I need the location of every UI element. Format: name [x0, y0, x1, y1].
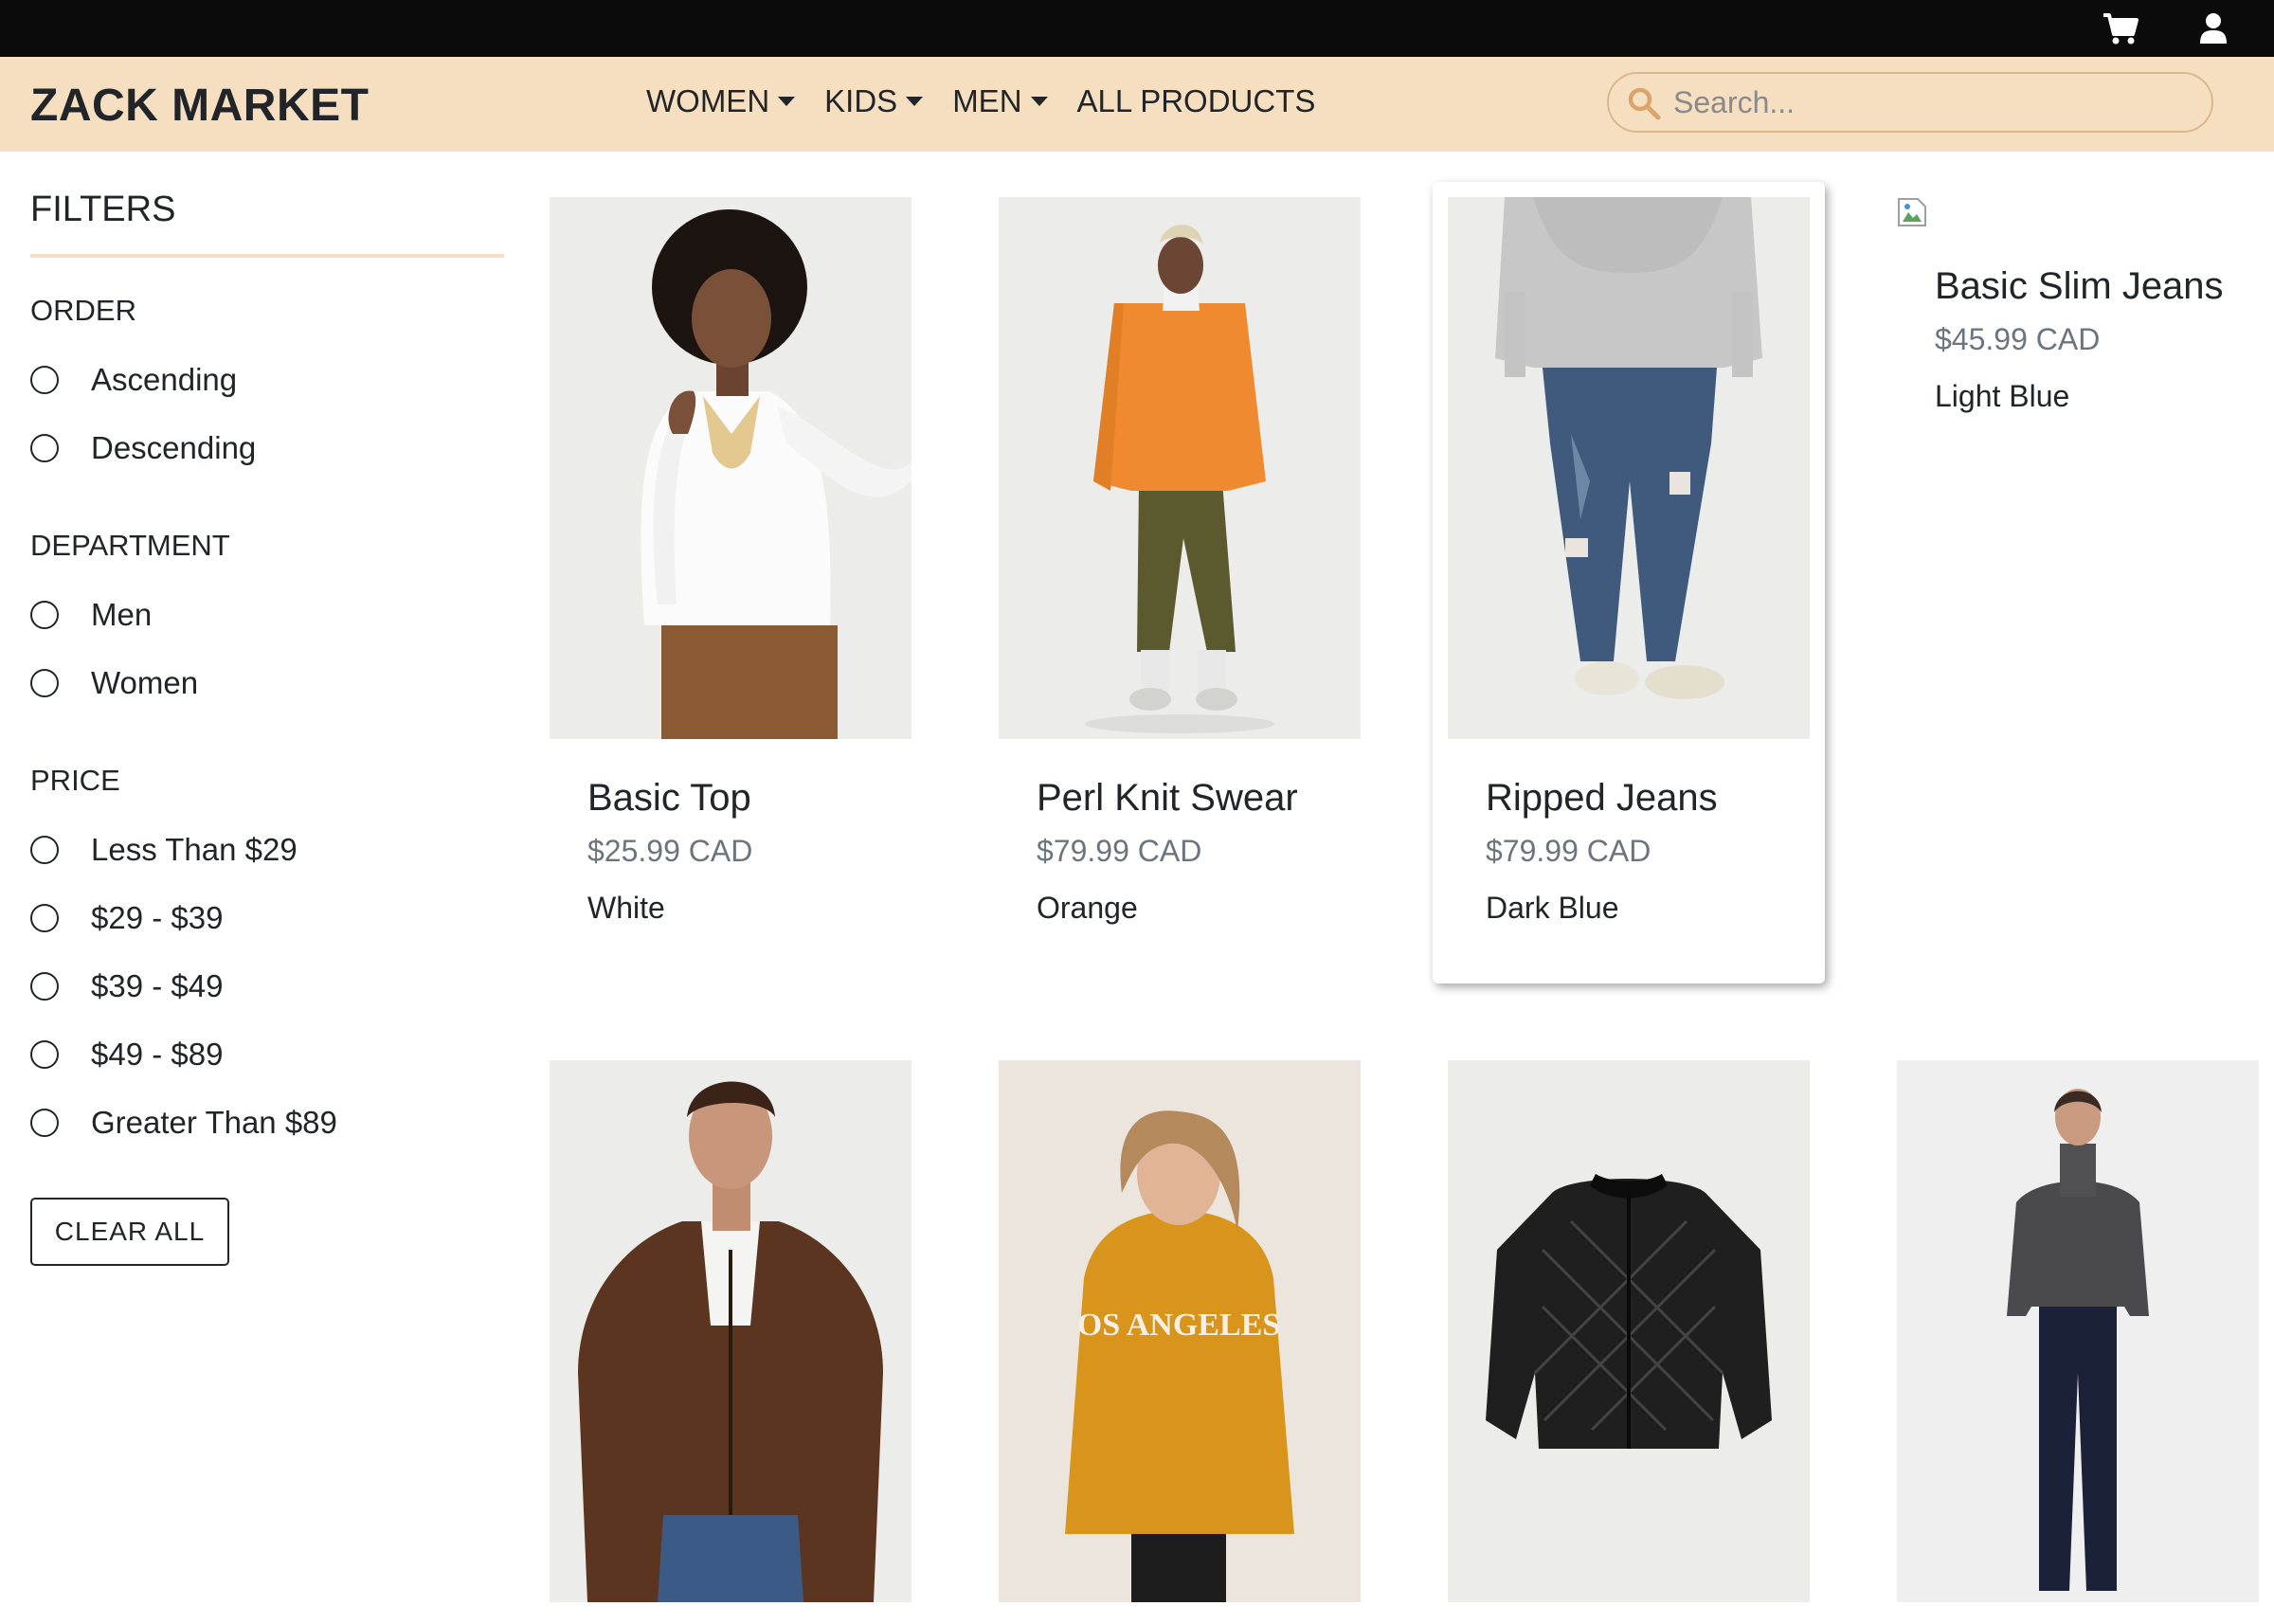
- product-card-basic-slim-jeans[interactable]: Basic Slim Jeans $45.99 CAD Light Blue: [1897, 197, 2259, 983]
- product-image[interactable]: [1897, 1060, 2259, 1602]
- filters-title: FILTERS: [30, 189, 176, 229]
- product-color: Orange: [1037, 891, 1138, 925]
- product-price: $25.99 CAD: [587, 834, 753, 868]
- price-title: PRICE: [30, 764, 120, 797]
- radio-women[interactable]: Women: [30, 665, 198, 701]
- search-input[interactable]: [1673, 81, 2194, 123]
- product-image[interactable]: [1448, 1060, 1810, 1602]
- order-title: ORDER: [30, 294, 136, 327]
- product-image[interactable]: [550, 197, 911, 739]
- product-image[interactable]: [550, 1060, 911, 1602]
- nav-kids[interactable]: KIDS: [824, 83, 924, 119]
- nav-women[interactable]: WOMEN: [646, 83, 796, 119]
- radio-circle[interactable]: [30, 904, 59, 932]
- product-image[interactable]: [999, 197, 1361, 739]
- department-title: DEPARTMENT: [30, 529, 230, 562]
- radio-circle[interactable]: [30, 669, 59, 697]
- product-card-ripped-jeans[interactable]: Ripped Jeans $79.99 CAD Dark Blue: [1433, 182, 1825, 983]
- product-color: White: [587, 891, 665, 925]
- top-bar: [0, 0, 2274, 57]
- search-box: [1607, 72, 2213, 133]
- radio-price-49-89[interactable]: $49 - $89: [30, 1037, 223, 1073]
- caret-down-icon: [778, 97, 796, 106]
- caret-down-icon: [1030, 97, 1048, 106]
- filters-divider: [30, 254, 504, 258]
- product-price: $79.99 CAD: [1486, 834, 1651, 868]
- product-name[interactable]: Basic Slim Jeans: [1935, 265, 2224, 308]
- radio-price-29-39[interactable]: $29 - $39: [30, 900, 223, 936]
- radio-label: $29 - $39: [91, 900, 224, 935]
- product-name[interactable]: Ripped Jeans: [1486, 777, 1718, 820]
- nav-women-label: WOMEN: [646, 83, 770, 118]
- radio-label: Men: [91, 597, 153, 632]
- product-image[interactable]: [1448, 197, 1810, 739]
- radio-circle[interactable]: [30, 1040, 59, 1069]
- product-card-los-angeles-sweatshirt[interactable]: OS ANGELES: [999, 1060, 1361, 1602]
- radio-label: Ascending: [91, 362, 238, 397]
- product-name[interactable]: Basic Top: [587, 777, 751, 820]
- search-icon: [1628, 87, 1661, 120]
- radio-price-gt-89[interactable]: Greater Than $89: [30, 1105, 337, 1141]
- nav-kids-label: KIDS: [824, 83, 898, 118]
- product-color: Dark Blue: [1486, 891, 1619, 925]
- product-card-quilted-jacket[interactable]: [1448, 1060, 1810, 1602]
- radio-circle[interactable]: [30, 836, 59, 864]
- brand-logo[interactable]: ZACK MARKET: [30, 80, 369, 132]
- main-navbar: ZACK MARKET WOMEN KIDS MEN ALL PRODUCTS: [0, 57, 2274, 152]
- product-color: Light Blue: [1935, 379, 2070, 413]
- radio-circle[interactable]: [30, 434, 59, 462]
- radio-circle[interactable]: [30, 972, 59, 1001]
- radio-price-lt-29[interactable]: Less Than $29: [30, 832, 298, 868]
- radio-label: Less Than $29: [91, 832, 298, 867]
- nav-men[interactable]: MEN: [952, 83, 1048, 119]
- product-card-basic-top[interactable]: Basic Top $25.99 CAD White: [550, 197, 911, 983]
- radio-descending[interactable]: Descending: [30, 430, 256, 466]
- product-card-leather-jacket[interactable]: [550, 1060, 911, 1602]
- nav-menu: WOMEN KIDS MEN ALL PRODUCTS: [646, 83, 1345, 119]
- user-icon[interactable]: [2194, 11, 2232, 45]
- cart-icon[interactable]: [2102, 11, 2139, 45]
- radio-label: $49 - $89: [91, 1037, 224, 1072]
- radio-label: Descending: [91, 430, 257, 465]
- product-image[interactable]: OS ANGELES: [999, 1060, 1361, 1602]
- nav-men-label: MEN: [952, 83, 1022, 118]
- nav-all-products-label: ALL PRODUCTS: [1076, 83, 1316, 118]
- product-name[interactable]: Perl Knit Swear: [1037, 777, 1298, 820]
- broken-image-icon[interactable]: [1897, 197, 1927, 227]
- radio-men[interactable]: Men: [30, 597, 152, 633]
- sweatshirt-print-text: OS ANGELES: [1077, 1308, 1280, 1343]
- clear-all-button[interactable]: CLEAR ALL: [30, 1198, 229, 1266]
- radio-circle[interactable]: [30, 1109, 59, 1137]
- product-price: $79.99 CAD: [1037, 834, 1202, 868]
- radio-price-39-49[interactable]: $39 - $49: [30, 968, 223, 1004]
- product-card-perl-knit-swear[interactable]: Perl Knit Swear $79.99 CAD Orange: [999, 197, 1361, 983]
- radio-label: Greater Than $89: [91, 1105, 337, 1140]
- radio-circle[interactable]: [30, 601, 59, 629]
- radio-ascending[interactable]: Ascending: [30, 362, 237, 398]
- radio-label: Women: [91, 665, 199, 700]
- radio-circle[interactable]: [30, 366, 59, 394]
- radio-label: $39 - $49: [91, 968, 224, 1003]
- product-price: $45.99 CAD: [1935, 322, 2101, 356]
- nav-all-products[interactable]: ALL PRODUCTS: [1077, 83, 1316, 119]
- product-card-grey-poncho[interactable]: [1897, 1060, 2259, 1602]
- caret-down-icon: [906, 97, 924, 106]
